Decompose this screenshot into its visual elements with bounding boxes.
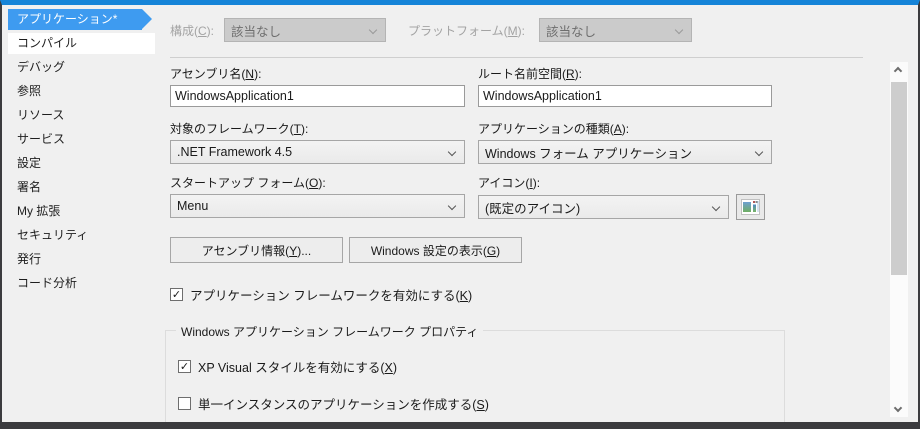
icon-select[interactable]: (既定のアイコン) [478,195,729,219]
platform-value: 該当なし [546,21,596,40]
sidebar-tab-application[interactable]: アプリケーション* [8,9,142,30]
root-namespace-label: ルート名前空間(R): [478,67,772,81]
tab-label: 設定 [17,156,41,170]
group-title: Windows アプリケーション フレームワーク プロパティ [176,323,483,340]
assembly-name-label: アセンブリ名(N): [170,67,465,81]
application-type-value: Windows フォーム アプリケーション [485,143,692,162]
application-type-select[interactable]: Windows フォーム アプリケーション [478,140,772,164]
configuration-label: 構成(C): [170,22,214,39]
assembly-name-input[interactable] [170,85,465,107]
platform-label: プラットフォーム(M): [408,22,525,39]
tab-label: コンパイル [17,36,77,50]
scroll-down-icon[interactable] [894,404,902,412]
view-windows-settings-button[interactable]: Windows 設定の表示(G) [349,237,522,263]
chevron-down-icon [448,202,456,210]
icon-value: (既定のアイコン) [485,198,580,217]
application-type-label: アプリケーションの種類(A): [478,122,772,136]
checkbox-label: アプリケーション フレームワークを有効にする(K) [190,285,472,304]
button-row: アセンブリ情報(Y)... Windows 設定の表示(G) [170,237,772,263]
assembly-info-button[interactable]: アセンブリ情報(Y)... [170,237,343,263]
startup-form-select[interactable]: Menu [170,194,465,218]
startup-form-label: スタートアップ フォーム(O): [170,176,465,190]
project-properties-window: アプリケーション* コンパイル デバッグ 参照 リソース サービス 設定 署名 … [0,0,920,429]
tab-label: My 拡張 [17,204,60,218]
enable-app-framework-checkbox[interactable]: ✓ アプリケーション フレームワークを有効にする(K) [170,285,772,304]
tab-label: アプリケーション* [17,12,117,26]
tab-label: 参照 [17,84,41,98]
sidebar-tab-resources[interactable]: リソース [8,105,149,126]
tab-label: 発行 [17,252,41,266]
tab-label: サービス [17,132,65,146]
configuration-value: 該当なし [231,21,281,40]
checkbox-box[interactable] [178,397,191,410]
checkbox-box[interactable]: ✓ [178,360,191,373]
startup-form-value: Menu [177,199,208,213]
chevron-down-icon [675,26,683,34]
single-instance-checkbox[interactable]: 単一インスタンスのアプリケーションを作成する(S) [178,394,784,413]
xp-visual-styles-checkbox[interactable]: ✓ XP Visual スタイルを有効にする(X) [178,357,784,376]
form-content: アセンブリ名(N): ルート名前空間(R): 対象のフレームワーク(T): .N… [170,67,772,422]
checkbox-label: 単一インスタンスのアプリケーションを作成する(S) [198,394,489,413]
icon-preview-button[interactable] [736,194,765,220]
tab-label: コード分析 [17,276,77,290]
sidebar-tab-publish[interactable]: 発行 [8,249,149,270]
sidebar-tab-signing[interactable]: 署名 [8,177,149,198]
sidebar-tab-code-analysis[interactable]: コード分析 [8,273,149,294]
root-namespace-input[interactable] [478,85,772,107]
form-thumbnail-icon [741,199,760,215]
sidebar-tab-list: アプリケーション* コンパイル デバッグ 参照 リソース サービス 設定 署名 … [2,5,155,422]
separator [170,57,863,58]
sidebar-tab-settings[interactable]: 設定 [8,153,149,174]
scrollbar-thumb[interactable] [891,82,907,275]
sidebar-tab-compile[interactable]: コンパイル [8,33,155,54]
checkbox-box[interactable]: ✓ [170,288,183,301]
chevron-down-icon [369,26,377,34]
windows-framework-group: Windows アプリケーション フレームワーク プロパティ ✓ XP Visu… [165,330,785,422]
tab-label: デバッグ [17,60,65,74]
platform-select: 該当なし [539,18,692,42]
icon-label: アイコン(I): [478,176,772,190]
chevron-down-icon [448,148,456,156]
chevron-down-icon [712,203,720,211]
sidebar-tab-security[interactable]: セキュリティ [8,225,149,246]
target-framework-label: 対象のフレームワーク(T): [170,122,465,136]
config-bar: 構成(C): 該当なし プラットフォーム(M): 該当なし [170,18,918,42]
tab-label: 署名 [17,180,41,194]
target-framework-select[interactable]: .NET Framework 4.5 [170,140,465,164]
sidebar-tab-debug[interactable]: デバッグ [8,57,149,78]
target-framework-value: .NET Framework 4.5 [177,145,292,159]
configuration-select: 該当なし [224,18,386,42]
tab-label: セキュリティ [17,228,88,242]
chevron-down-icon [755,148,763,156]
sidebar-tab-my-extensions[interactable]: My 拡張 [8,201,149,222]
tab-label: リソース [17,108,64,122]
scroll-up-icon[interactable] [894,67,902,75]
checkbox-label: XP Visual スタイルを有効にする(X) [198,357,397,376]
sidebar-tab-references[interactable]: 参照 [8,81,149,102]
vertical-scrollbar[interactable] [890,62,908,417]
sidebar-tab-services[interactable]: サービス [8,129,149,150]
main-panel: 構成(C): 該当なし プラットフォーム(M): 該当なし アセンブリ名(N):… [155,5,918,422]
